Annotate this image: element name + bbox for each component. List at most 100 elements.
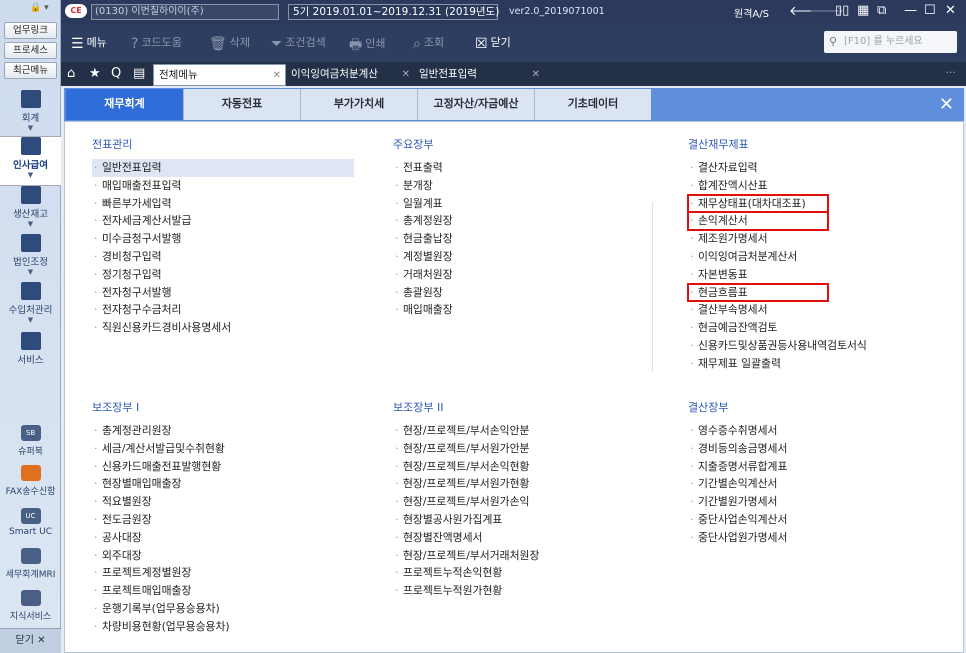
- tab-vat[interactable]: 부가가치세: [300, 89, 417, 120]
- menu-item[interactable]: 현장별공사원가집계표: [393, 511, 655, 529]
- menu-item[interactable]: 결산자료입력: [688, 159, 958, 177]
- tab-financial-accounting[interactable]: 재무회계: [66, 89, 183, 120]
- tab-auto-voucher[interactable]: 자동전표: [183, 89, 300, 120]
- menu-item[interactable]: 총계정관리원장: [92, 422, 354, 440]
- maximize-icon[interactable]: ☐: [924, 3, 936, 18]
- menu-item[interactable]: 영수증수취명세서: [688, 422, 958, 440]
- menu-item[interactable]: 자본변동표: [688, 266, 958, 284]
- menu-item[interactable]: 공사대장: [92, 529, 354, 547]
- more-icon[interactable]: ···: [946, 66, 957, 79]
- menu-item[interactable]: 기간별원가명세서: [688, 493, 958, 511]
- sidebar-close-button[interactable]: 닫기 ✕: [0, 628, 61, 653]
- menu-item[interactable]: 빠른부가세입력: [92, 195, 354, 213]
- menu-item[interactable]: 프로젝트매입매출장: [92, 582, 354, 600]
- menu-item[interactable]: 기간별손익계산서: [688, 475, 958, 493]
- menu-item[interactable]: 현장/프로젝트/부서원가현황: [393, 475, 655, 493]
- lock-icon[interactable]: 🔒 ▾: [30, 3, 49, 13]
- menu-item[interactable]: 프로젝트누적손익현황: [393, 564, 655, 582]
- menu-item[interactable]: 결산부속명세서: [688, 301, 958, 319]
- home-icon[interactable]: ⌂: [67, 66, 75, 81]
- nav-import-management[interactable]: 수입처관리 ▼: [0, 282, 61, 332]
- menu-item[interactable]: 전자세금계산서발급: [92, 212, 354, 230]
- menu-item[interactable]: 적요별원장: [92, 493, 354, 511]
- menu-item[interactable]: 현장/프로젝트/부서손익현황: [393, 458, 655, 476]
- tab-general-voucher[interactable]: 일반전표입력 ✕: [414, 64, 544, 86]
- nav-corporate-adjustment[interactable]: 법인조정 ▼: [0, 234, 61, 284]
- menu-item[interactable]: 재무제표 일괄출력: [688, 355, 958, 373]
- superbook-button[interactable]: SB 슈퍼북: [0, 425, 61, 457]
- close-window-icon[interactable]: ✕: [945, 3, 956, 18]
- menu-item[interactable]: 프로젝트누적원가현황: [393, 582, 655, 600]
- nav-accounting[interactable]: 회계 ▼: [0, 90, 61, 140]
- menu-item[interactable]: 차량비용현황(업무용승용차): [92, 618, 354, 636]
- menu-item[interactable]: 지출증명서류합계표: [688, 458, 958, 476]
- view-button[interactable]: ⌕ 조회: [413, 34, 444, 52]
- business-link-button[interactable]: 업무링크: [4, 22, 57, 39]
- knowledge-service-button[interactable]: 지식서비스: [0, 590, 61, 622]
- menu-item[interactable]: 중단사업원가명세서: [688, 529, 958, 547]
- code-help-button[interactable]: ? 코드도움: [131, 34, 182, 52]
- menu-item[interactable]: 분개장: [393, 177, 643, 195]
- menu-item[interactable]: 현장/프로젝트/부서거래처원장: [393, 547, 655, 565]
- menu-item[interactable]: 전표출력: [393, 159, 643, 177]
- tax-mri-button[interactable]: 세무회계MRI: [0, 548, 61, 580]
- fiscal-period-selector[interactable]: 5기 2019.01.01~2019.12.31 (2019년도): [288, 4, 499, 20]
- calendar-icon[interactable]: ▤: [133, 66, 145, 81]
- menu-item[interactable]: 경비등의송금명세서: [688, 440, 958, 458]
- process-button[interactable]: 프로세스: [4, 42, 57, 59]
- smart-uc-button[interactable]: UC Smart UC: [0, 508, 61, 537]
- menu-item[interactable]: 현금예금잔액검토: [688, 319, 958, 337]
- menu-item[interactable]: 현장/프로젝트/부서손익안분: [393, 422, 655, 440]
- tab-all-menu[interactable]: 전체메뉴 ✕: [153, 64, 286, 86]
- menu-item[interactable]: 중단사업손익계산서: [688, 511, 958, 529]
- star-icon[interactable]: ★: [89, 66, 101, 81]
- menu-item[interactable]: 정기청구입력: [92, 266, 354, 284]
- menu-item[interactable]: 합계잔액시산표: [688, 177, 958, 195]
- close-tab-icon[interactable]: ✕: [402, 64, 410, 85]
- menu-button[interactable]: ☰ 메뉴: [71, 34, 107, 52]
- menu-item[interactable]: 전자청구수금처리: [92, 301, 354, 319]
- company-selector[interactable]: (0130) 이번칠하이이(주): [91, 4, 279, 20]
- fax-inbox-button[interactable]: FAX송수신함: [0, 465, 61, 497]
- menu-item[interactable]: 총계정원장: [393, 212, 643, 230]
- window-icon[interactable]: ⧉: [877, 3, 886, 18]
- close-tab-icon[interactable]: ✕: [532, 64, 540, 85]
- menu-item[interactable]: 신용카드및상품권등사용내역검토서식: [688, 337, 958, 355]
- menu-item[interactable]: 현장별매입매출장: [92, 475, 354, 493]
- print-button[interactable]: 🖶 인쇄: [349, 34, 385, 58]
- menu-item[interactable]: 신용카드매출전표발행현황: [92, 458, 354, 476]
- nav-service[interactable]: 서비스: [0, 332, 61, 382]
- grid-icon[interactable]: ▦: [857, 3, 869, 18]
- close-menu-icon[interactable]: ✕: [939, 94, 954, 115]
- menu-item[interactable]: 거래처원장: [393, 266, 643, 284]
- tab-base-data[interactable]: 기초데이터: [534, 89, 651, 120]
- tab-fixed-assets[interactable]: 고정자산/자금예산: [417, 89, 534, 120]
- delete-button[interactable]: 🗑 삭제: [209, 34, 250, 52]
- remote-support-button[interactable]: 원격A/S: [734, 5, 769, 20]
- condition-search-button[interactable]: ⏷ 조건검색: [271, 34, 326, 52]
- magnifier-icon[interactable]: Q: [111, 66, 121, 81]
- recent-menu-button[interactable]: 최근메뉴: [4, 62, 57, 79]
- menu-item[interactable]: 계정별원장: [393, 248, 643, 266]
- menu-item[interactable]: 외주대장: [92, 547, 354, 565]
- menu-item[interactable]: 미수금청구서발행: [92, 230, 354, 248]
- menu-item[interactable]: 전도금원장: [92, 511, 354, 529]
- menu-item[interactable]: 운행기록부(업무용승용차): [92, 600, 354, 618]
- menu-item[interactable]: 현장별잔액명세서: [393, 529, 655, 547]
- menu-item[interactable]: 매입매출장: [393, 301, 643, 319]
- menu-item[interactable]: 일반전표입력: [92, 159, 354, 177]
- menu-item[interactable]: 프로젝트계정별원장: [92, 564, 354, 582]
- menu-item[interactable]: 전자청구서발행: [92, 284, 354, 302]
- menu-item[interactable]: 현장/프로젝트/부서원가안분: [393, 440, 655, 458]
- minimize-icon[interactable]: —: [904, 3, 917, 18]
- tab-retained-earnings[interactable]: 이익잉여금처분계산 ✕: [286, 64, 414, 86]
- book-icon[interactable]: ▯▯: [835, 3, 849, 18]
- close-tab-icon[interactable]: ✕: [273, 65, 281, 86]
- menu-item[interactable]: 이익잉여금처분계산서: [688, 248, 958, 266]
- menu-item[interactable]: 손익계산서: [687, 211, 829, 232]
- menu-item[interactable]: 총괄원장: [393, 284, 643, 302]
- menu-item[interactable]: 매입매출전표입력: [92, 177, 354, 195]
- menu-item[interactable]: 세금/계산서발급및수취현황: [92, 440, 354, 458]
- menu-item[interactable]: 제조원가명세서: [688, 230, 958, 248]
- nav-production-inventory[interactable]: 생산재고 ▼: [0, 186, 61, 236]
